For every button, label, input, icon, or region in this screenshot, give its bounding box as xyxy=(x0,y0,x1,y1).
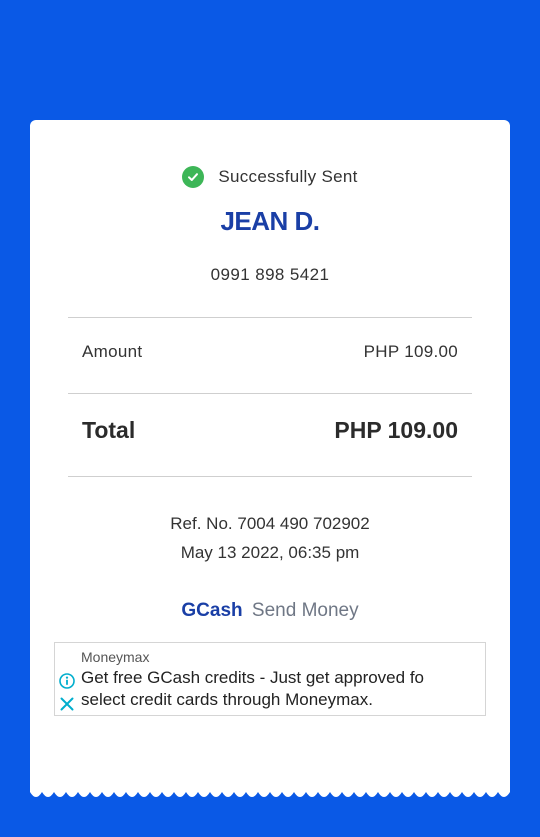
amount-row: Amount PHP 109.00 xyxy=(82,342,458,362)
total-label: Total xyxy=(82,417,136,443)
ad-text-line: Get free GCash credits - Just get approv… xyxy=(81,668,424,687)
reference-block: Ref. No. 7004 490 702902 May 13 2022, 06… xyxy=(30,509,510,567)
service-name: Send Money xyxy=(251,600,359,621)
status-row: Successfully Sent xyxy=(30,166,510,188)
divider xyxy=(68,393,472,394)
amount-value: PHP 109.00 xyxy=(363,342,458,361)
recipient-name: JEAN D. xyxy=(220,206,320,236)
receipt-card: Successfully Sent JEAN D. 0991 898 5421 … xyxy=(30,120,510,792)
ad-sponsor: Moneymax xyxy=(81,649,150,665)
status-text: Successfully Sent xyxy=(218,167,358,186)
close-icon[interactable] xyxy=(59,696,75,712)
amount-label: Amount xyxy=(82,342,143,361)
ad-text-line: select credit cards through Moneymax. xyxy=(81,690,373,709)
divider xyxy=(68,317,472,318)
divider xyxy=(68,476,472,477)
info-icon[interactable] xyxy=(59,673,75,689)
recipient-phone: 0991 898 5421 xyxy=(210,265,330,284)
receipt-torn-edge xyxy=(30,788,510,797)
check-circle-icon xyxy=(182,166,205,188)
brand-footer: GCash Send Money xyxy=(30,600,510,622)
transaction-datetime: May 13 2022, 06:35 pm xyxy=(180,543,360,562)
reference-number: Ref. No. 7004 490 702902 xyxy=(170,514,370,533)
gcash-logo-text: GCash xyxy=(181,600,243,621)
ad-text[interactable]: Get free GCash credits - Just get approv… xyxy=(81,667,473,711)
ad-banner[interactable]: Moneymax Get free GCash credits - Just g… xyxy=(54,642,486,716)
total-row: Total PHP 109.00 xyxy=(82,417,458,444)
total-value: PHP 109.00 xyxy=(334,417,458,443)
